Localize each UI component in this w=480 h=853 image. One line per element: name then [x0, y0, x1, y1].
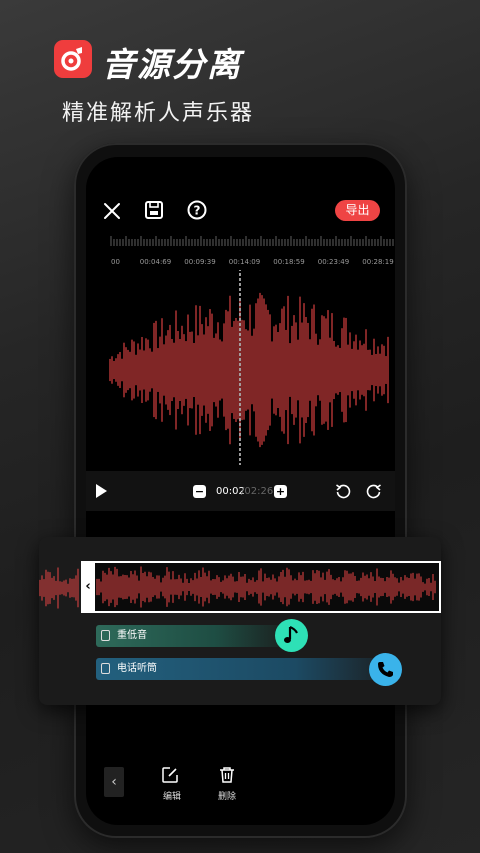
- ruler-label: 00:04:69: [140, 258, 171, 266]
- save-icon[interactable]: [142, 198, 166, 222]
- track-bass[interactable]: 重低音: [96, 625, 296, 647]
- edit-icon[interactable]: [161, 766, 179, 784]
- redo-icon[interactable]: [366, 483, 382, 499]
- ruler-label: 00:18:59: [273, 258, 304, 266]
- phone-button[interactable]: [369, 653, 402, 686]
- music-note-logo-icon: [61, 47, 82, 71]
- track-file-icon: [101, 630, 110, 641]
- delete-icon[interactable]: [218, 766, 236, 784]
- app-title: 音源分离: [102, 45, 242, 84]
- edit-label[interactable]: 编辑: [157, 789, 187, 802]
- svg-text:?: ?: [194, 204, 201, 218]
- ruler-label: 00:14:09: [229, 258, 260, 266]
- selection-handle[interactable]: ‹: [81, 561, 95, 613]
- zoom-in-button[interactable]: +: [274, 485, 287, 498]
- app-subtitle: 精准解析人声乐器: [62, 101, 255, 126]
- clip-waveform-left: [39, 567, 79, 609]
- play-icon[interactable]: [94, 483, 108, 499]
- track-label: 电话听筒: [117, 663, 157, 674]
- app-logo: [54, 40, 92, 78]
- clip-selection[interactable]: [81, 561, 441, 613]
- phone-icon: [378, 662, 393, 677]
- back-button[interactable]: ‹: [104, 767, 124, 797]
- track-label: 重低音: [117, 630, 147, 641]
- export-button[interactable]: 导出: [335, 200, 380, 221]
- track-file-icon: [101, 663, 110, 674]
- main-waveform[interactable]: [86, 270, 395, 470]
- close-icon[interactable]: [100, 199, 124, 223]
- help-icon[interactable]: ?: [185, 198, 209, 222]
- ruler-label: 00: [111, 258, 120, 266]
- timeline-ruler: 00 00:04:69 00:09:39 00:14:09 00:18:59 00:23:…: [110, 236, 394, 266]
- delete-label[interactable]: 删除: [212, 789, 242, 802]
- music-note-button[interactable]: [275, 619, 308, 652]
- ruler-label: 00:28:19: [362, 258, 393, 266]
- track-phone[interactable]: 电话听筒: [96, 658, 381, 680]
- music-note-icon: [284, 625, 298, 643]
- ruler-label: 00:23:49: [318, 258, 349, 266]
- ruler-label: 00:09:39: [184, 258, 215, 266]
- zoom-out-button[interactable]: −: [193, 485, 206, 498]
- undo-icon[interactable]: [335, 483, 351, 499]
- total-time: /02:26: [241, 486, 274, 497]
- clip-waveform-selected: [96, 566, 436, 608]
